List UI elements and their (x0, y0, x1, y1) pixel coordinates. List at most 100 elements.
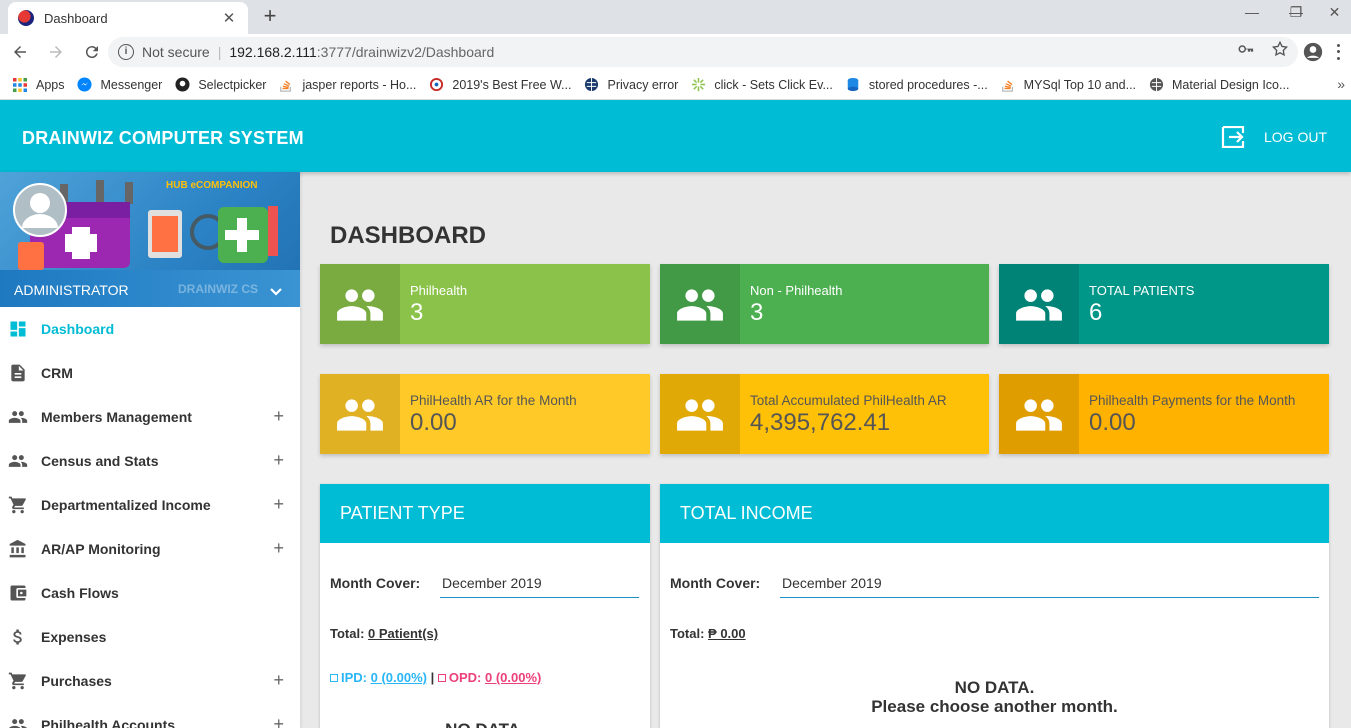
bookmark-messenger[interactable]: Messenger (77, 77, 162, 93)
sidebar-item-label: Cash Flows (41, 585, 119, 601)
no-data-message: NO DATA. (320, 720, 650, 728)
expand-plus-icon[interactable]: + (273, 495, 284, 513)
bookmark-label: 2019's Best Free W... (452, 77, 572, 92)
bookmark-label: click - Sets Click Ev... (714, 77, 833, 92)
bookmark-privacy[interactable]: Privacy error (583, 77, 678, 93)
total-label: Total: (330, 626, 365, 641)
infobox-philhealth-ar-month[interactable]: PhilHealth AR for the Month 0.00 (320, 374, 650, 454)
key-icon[interactable] (1237, 40, 1255, 58)
omnibox-actions (1237, 40, 1289, 58)
close-window-button[interactable]: ✕ (1318, 4, 1351, 21)
sidebar-item-philhealth-accounts[interactable]: Philhealth Accounts + (0, 703, 300, 728)
close-tab-icon[interactable]: ✕ (220, 9, 238, 27)
bookmark-best-free[interactable]: 2019's Best Free W... (428, 77, 571, 93)
bookmark-selectpicker[interactable]: Selectpicker (174, 77, 266, 93)
people-icon (660, 264, 740, 344)
sidebar-item-ar-ap-monitoring[interactable]: AR/AP Monitoring + (0, 527, 300, 571)
sidebar-item-cash-flows[interactable]: Cash Flows (0, 571, 300, 615)
restore-button[interactable]: ❐ (1276, 4, 1316, 21)
bookmark-label: stored procedures -... (868, 77, 988, 92)
infobox-value: 0.00 (1089, 409, 1136, 436)
site-icon (428, 77, 444, 93)
bookmark-mysql[interactable]: MYSql Top 10 and... (1000, 77, 1136, 93)
sidebar-item-label: Philhealth Accounts (41, 717, 176, 728)
sidebar-item-departmentalized-income[interactable]: Departmentalized Income + (0, 483, 300, 527)
page-title: DASHBOARD (330, 222, 486, 249)
sidebar-item-expenses[interactable]: Expenses (0, 615, 300, 659)
info-icon[interactable]: i (118, 44, 134, 60)
bookmark-material-design[interactable]: Material Design Ico... (1148, 77, 1289, 93)
bookmark-label: Material Design Ico... (1172, 77, 1290, 92)
user-role[interactable]: ADMINISTRATOR (14, 282, 129, 298)
infobox-total-patients[interactable]: TOTAL PATIENTS 6 (999, 264, 1329, 344)
reload-icon (85, 46, 98, 59)
chevron-down-icon[interactable] (268, 284, 284, 300)
bookmark-stored-procedures[interactable]: stored procedures -... (845, 77, 988, 93)
total-patients-link[interactable]: 0 Patient(s) (368, 626, 438, 641)
url-host: 192.168.2.111 (229, 44, 317, 60)
sidebar-item-label: Departmentalized Income (41, 497, 211, 513)
ipd-value-link[interactable]: 0 (0.00%) (371, 670, 427, 685)
sidebar-item-dashboard[interactable]: Dashboard (0, 307, 300, 351)
address-bar[interactable]: i Not secure | 192.168.2.111 :3777/drain… (108, 37, 1298, 67)
people-icon (999, 264, 1079, 344)
bookmarks-more-icon[interactable]: » (1337, 76, 1345, 92)
sidebar-item-crm[interactable]: CRM (0, 351, 300, 395)
bookmark-jasper[interactable]: jasper reports - Ho... (278, 77, 416, 93)
legend-divider: | (430, 670, 435, 685)
infobox-label: Non - Philhealth (750, 283, 843, 298)
sidebar: HUB eCOMPANION ADMINISTRATOR DRAINWIZ CS… (0, 172, 300, 728)
profile-icon[interactable] (1303, 42, 1323, 62)
total-income-link[interactable]: ₱ 0.00 (708, 626, 746, 641)
month-cover-input[interactable] (780, 568, 1319, 598)
sidebar-item-label: Dashboard (41, 321, 115, 337)
infobox-philhealth[interactable]: Philhealth 3 (320, 264, 650, 344)
database-icon (845, 77, 861, 93)
people-icon (7, 714, 29, 728)
app-header: DRAINWIZ COMPUTER SYSTEM LOG OUT (0, 100, 1351, 172)
sidebar-item-members-management[interactable]: Members Management + (0, 395, 300, 439)
bookmark-click[interactable]: click - Sets Click Ev... (690, 77, 833, 93)
expand-plus-icon[interactable]: + (273, 671, 284, 689)
month-cover-label: Month Cover: (330, 575, 421, 591)
stackoverflow-icon (1000, 77, 1016, 93)
expand-plus-icon[interactable]: + (273, 539, 284, 557)
bookmark-star-icon[interactable] (1271, 40, 1289, 58)
dollar-icon (7, 626, 29, 648)
arrow-right-icon (50, 46, 62, 58)
logout-icon (1221, 126, 1245, 148)
bank-icon (7, 538, 29, 560)
bookmark-label: jasper reports - Ho... (302, 77, 417, 92)
browser-tabstrip: Dashboard ✕ + — (0, 0, 1351, 34)
minimize-button-2[interactable]: — (1232, 4, 1272, 20)
bookmark-label: Selectpicker (198, 77, 267, 92)
expand-plus-icon[interactable]: + (273, 451, 284, 469)
browser-menu-icon[interactable] (1331, 42, 1345, 62)
square-legend-icon (437, 674, 446, 682)
infobox-label: PhilHealth AR for the Month (410, 393, 577, 408)
cart-icon (7, 670, 29, 692)
browser-tab[interactable]: Dashboard ✕ (8, 2, 248, 34)
new-tab-button[interactable]: + (258, 4, 282, 28)
reload-button[interactable] (76, 36, 108, 68)
url-path: :3777/drainwizv2/Dashboard (316, 44, 495, 60)
app-brand[interactable]: DRAINWIZ COMPUTER SYSTEM (22, 128, 304, 149)
back-button[interactable] (4, 36, 36, 68)
logout-button[interactable]: LOG OUT (1220, 126, 1327, 148)
sidebar-item-purchases[interactable]: Purchases + (0, 659, 300, 703)
infobox-non-philhealth[interactable]: Non - Philhealth 3 (660, 264, 989, 344)
cart-icon (7, 494, 29, 516)
sidebar-item-label: Members Management (41, 409, 192, 425)
expand-plus-icon[interactable]: + (273, 407, 284, 425)
infobox-total-accumulated-ar[interactable]: Total Accumulated PhilHealth AR 4,395,76… (660, 374, 989, 454)
total-income-card: TOTAL INCOME Month Cover: Total: ₱ 0.00 … (660, 484, 1329, 728)
forward-button[interactable] (40, 36, 72, 68)
month-cover-input[interactable] (440, 568, 639, 598)
sidebar-item-census-and-stats[interactable]: Census and Stats + (0, 439, 300, 483)
infobox-philhealth-payments-month[interactable]: Philhealth Payments for the Month 0.00 (999, 374, 1329, 454)
bookmark-apps[interactable]: Apps (12, 77, 65, 93)
user-info-panel: HUB eCOMPANION ADMINISTRATOR DRAINWIZ CS (0, 172, 300, 307)
opd-value-link[interactable]: 0 (0.00%) (485, 670, 541, 685)
bookmark-label: Apps (36, 77, 65, 92)
expand-plus-icon[interactable]: + (273, 715, 284, 728)
